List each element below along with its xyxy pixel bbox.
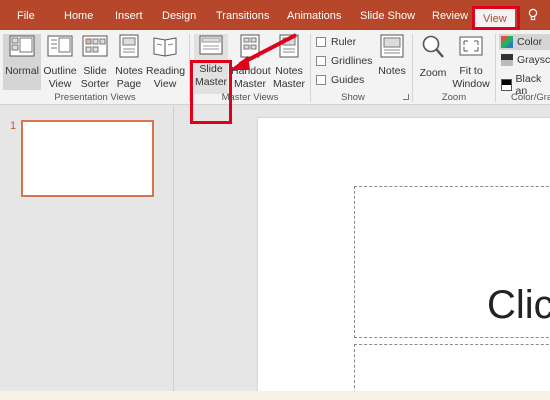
guides-checkbox[interactable]: Guides	[316, 74, 364, 86]
grayscale-label: Grayscale	[517, 54, 550, 66]
fit-to-window-button[interactable]: Fit to Window	[452, 34, 490, 91]
powerpoint-window: File Home Insert Design Transitions Anim…	[0, 0, 550, 400]
tab-transitions[interactable]: Transitions	[216, 8, 269, 24]
slide-sorter-icon	[79, 34, 111, 62]
notes-button[interactable]: Notes	[375, 34, 409, 78]
zoom-group-label: Zoom	[441, 92, 467, 103]
red-arrow-annotation	[230, 33, 297, 70]
notes-page-label-1: Notes	[115, 65, 143, 77]
color-grayscale-group-label: Color/Gra	[511, 92, 550, 103]
grayscale-swatch-icon	[501, 54, 513, 66]
tab-review[interactable]: Review	[432, 8, 468, 24]
group-divider	[495, 34, 496, 102]
slide-sorter-label-2: Sorter	[80, 78, 110, 90]
grayscale-button[interactable]: Grayscale	[501, 54, 550, 66]
outline-view-icon	[42, 34, 78, 62]
show-group-label: Show	[341, 92, 365, 103]
slide-master-icon	[194, 34, 228, 60]
notes-label: Notes	[378, 65, 406, 77]
zoom-label: Zoom	[419, 67, 447, 79]
reading-view-label-1: Reading	[146, 65, 186, 77]
slide-canvas[interactable]: Clic	[258, 118, 550, 400]
outline-view-button[interactable]: Outline View	[42, 34, 78, 91]
fit-to-window-icon	[452, 34, 490, 62]
zoom-button[interactable]: Zoom	[416, 34, 450, 80]
reading-view-label-2: View	[153, 78, 177, 90]
slide-thumbnail[interactable]	[21, 120, 154, 197]
tab-design[interactable]: Design	[162, 8, 196, 24]
notes-page-icon	[113, 34, 145, 62]
gridlines-checkbox-box[interactable]	[316, 56, 326, 66]
tab-insert[interactable]: Insert	[115, 8, 143, 24]
guides-checkbox-box[interactable]	[316, 75, 326, 85]
group-divider	[310, 34, 311, 102]
ruler-checkbox[interactable]: Ruler	[316, 36, 356, 48]
tab-file[interactable]: File	[17, 8, 35, 24]
tab-slide-show[interactable]: Slide Show	[360, 8, 415, 24]
reading-view-icon	[146, 34, 184, 62]
color-label: Color	[517, 36, 543, 48]
tab-animations[interactable]: Animations	[287, 8, 341, 24]
outline-view-label-1: Outline	[43, 65, 77, 77]
view-tab-highlight	[472, 6, 520, 30]
tab-home[interactable]: Home	[64, 8, 93, 24]
title-placeholder-text: Clic	[487, 283, 550, 327]
magnifier-icon	[416, 34, 450, 64]
status-strip	[0, 391, 550, 400]
ruler-label: Ruler	[331, 36, 357, 48]
fit-to-window-label-1: Fit to	[459, 65, 483, 77]
ruler-checkbox-box[interactable]	[316, 37, 326, 47]
fit-to-window-label-2: Window	[452, 78, 490, 90]
normal-view-label: Normal	[5, 65, 39, 77]
ribbon-tab-bar: File Home Insert Design Transitions Anim…	[0, 0, 550, 30]
slide-sorter-button[interactable]: Slide Sorter	[79, 34, 111, 91]
normal-view-icon	[3, 34, 41, 62]
show-dialog-launcher-icon[interactable]	[403, 94, 409, 100]
black-white-swatch-icon	[501, 79, 512, 91]
outline-view-label-2: View	[48, 78, 72, 90]
notes-icon	[375, 34, 409, 62]
group-divider	[412, 34, 413, 102]
color-swatch-icon	[501, 36, 513, 48]
guides-label: Guides	[331, 74, 365, 86]
notes-page-label-2: Page	[116, 78, 142, 90]
slide-sorter-label-1: Slide	[83, 65, 107, 77]
reading-view-button[interactable]: Reading View	[146, 34, 186, 91]
color-button[interactable]: Color	[499, 34, 550, 50]
slide-number: 1	[10, 120, 17, 132]
master-views-group-label: Master Views	[221, 92, 279, 103]
title-placeholder[interactable]: Clic	[354, 186, 550, 338]
gridlines-checkbox[interactable]: Gridlines	[316, 55, 372, 67]
normal-view-button[interactable]: Normal	[3, 34, 41, 90]
presentation-views-group-label: Presentation Views	[54, 92, 136, 103]
notes-page-button[interactable]: Notes Page	[113, 34, 145, 91]
lightbulb-icon[interactable]	[528, 8, 538, 25]
gridlines-label: Gridlines	[331, 55, 373, 67]
